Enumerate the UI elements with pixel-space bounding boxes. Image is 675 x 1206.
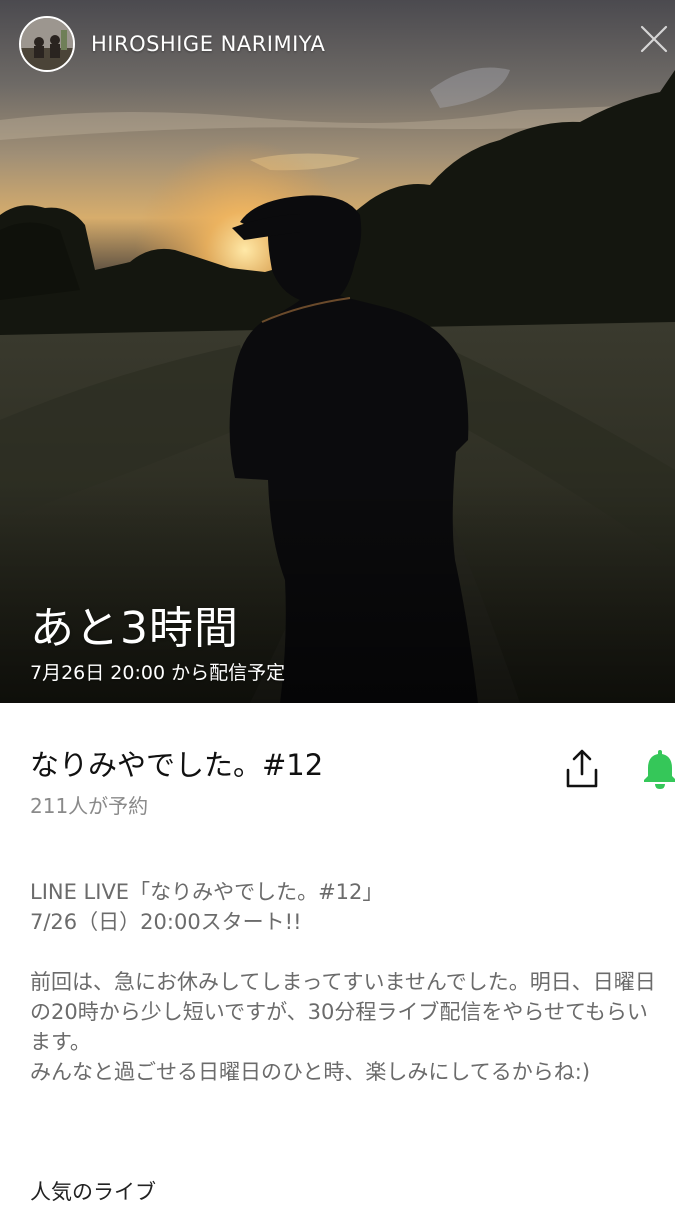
bell-icon <box>644 750 675 789</box>
share-button[interactable] <box>562 748 602 790</box>
notify-button[interactable] <box>640 748 675 790</box>
close-icon <box>640 25 668 53</box>
channel-name[interactable]: HIROSHIGE NARIMIYA <box>91 32 325 56</box>
channel-header[interactable]: HIROSHIGE NARIMIYA <box>19 16 325 72</box>
broadcast-description: LINE LIVE「なりみやでした。#12」 7/26（日）20:00スタート!… <box>30 877 660 1087</box>
avatar-photo-icon <box>21 18 73 70</box>
description-line: みんなと過ごせる日曜日のひと時、楽しみにしてるからね:) <box>30 1060 591 1084</box>
description-line: 前回は、急にお休みしてしまってすいませんでした。明日、日曜日の20時から少し短い… <box>30 970 656 1054</box>
countdown-label: あと3時間 <box>30 603 239 654</box>
schedule-label: 7月26日 20:00 から配信予定 <box>30 662 286 684</box>
share-icon <box>566 749 598 788</box>
description-line: 7/26（日）20:00スタート!! <box>30 910 302 934</box>
broadcast-title: なりみやでした。#12 <box>30 748 324 782</box>
hero-thumbnail: HIROSHIGE NARIMIYA あと3時間 7月26日 20:00 から配… <box>0 0 675 703</box>
reservation-count: 211人が予約 <box>30 794 149 818</box>
close-button[interactable] <box>639 24 669 54</box>
description-line: LINE LIVE「なりみやでした。#12」 <box>30 880 384 904</box>
popular-live-heading: 人気のライブ <box>30 1180 156 1204</box>
avatar[interactable] <box>19 16 75 72</box>
